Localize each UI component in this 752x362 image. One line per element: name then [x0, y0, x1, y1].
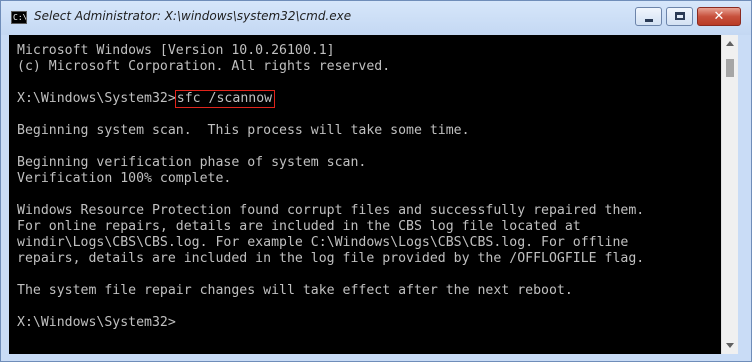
console-prompt: X:\Windows\System32> — [17, 91, 176, 106]
console-output[interactable]: Microsoft Windows [Version 10.0.26100.1]… — [9, 35, 721, 354]
console-line-copyright: (c) Microsoft Corporation. All rights re… — [17, 59, 391, 74]
scrollbar-thumb[interactable] — [726, 59, 734, 77]
vertical-scrollbar[interactable] — [721, 35, 738, 354]
highlighted-command: sfc /scannow — [174, 90, 276, 108]
console-line-output: Beginning system scan. This process will… — [17, 123, 470, 138]
cmd-icon[interactable]: C:\ — [11, 11, 27, 24]
console-line-version: Microsoft Windows [Version 10.0.26100.1] — [17, 43, 335, 58]
console-line-output: repairs, details are included in the log… — [17, 251, 645, 266]
console-line-output: For online repairs, details are included… — [17, 219, 581, 234]
minimize-button[interactable] — [635, 7, 662, 26]
console-line-output: windir\Logs\CBS\CBS.log. For example C:\… — [17, 235, 629, 250]
close-button[interactable]: ✕ — [697, 7, 741, 26]
window-title: Select Administrator: X:\windows\system3… — [34, 9, 352, 23]
maximize-icon — [675, 12, 685, 20]
title-bar[interactable]: C:\ Select Administrator: X:\windows\sys… — [1, 1, 751, 35]
scroll-down-icon[interactable] — [726, 343, 734, 348]
cmd-window: C:\ Select Administrator: X:\windows\sys… — [0, 0, 752, 362]
maximize-button[interactable] — [666, 7, 693, 26]
console-command-line: X:\Windows\System32>sfc /scannow — [17, 90, 276, 108]
console-line-output: Beginning verification phase of system s… — [17, 155, 367, 170]
scroll-up-icon[interactable] — [726, 41, 734, 46]
console-line-output: Windows Resource Protection found corrup… — [17, 203, 645, 218]
minimize-icon — [645, 19, 653, 22]
console-prompt[interactable]: X:\Windows\System32> — [17, 315, 176, 331]
close-icon: ✕ — [713, 9, 725, 24]
console-line-output: The system file repair changes will take… — [17, 283, 573, 298]
console-line-output: Verification 100% complete. — [17, 171, 232, 186]
